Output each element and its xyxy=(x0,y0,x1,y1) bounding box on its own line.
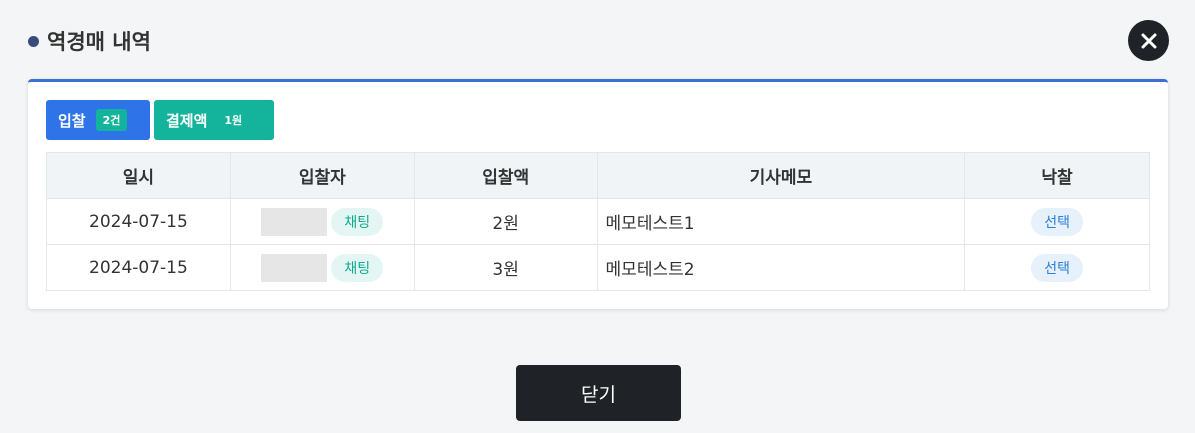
driver-memo: 메모테스트2 xyxy=(596,244,966,291)
col-header-amount: 입찰액 xyxy=(413,152,598,199)
summary-bar: 입찰 2건 결제액 1원 xyxy=(46,100,274,140)
bid-date: 2024-07-15 xyxy=(46,198,231,245)
bid-count-badge: 2건 xyxy=(95,109,128,131)
close-button[interactable] xyxy=(1128,20,1169,61)
bidder-cell: 채팅 xyxy=(229,244,415,291)
col-header-memo: 기사메모 xyxy=(596,152,966,199)
bid-count-chip: 입찰 2건 xyxy=(46,100,150,140)
driver-memo: 메모테스트1 xyxy=(596,198,966,245)
bidder-name-masked xyxy=(261,253,328,282)
col-header-award: 낙찰 xyxy=(964,152,1150,199)
close-footer-button[interactable]: 닫기 xyxy=(516,365,681,421)
select-button[interactable]: 선택 xyxy=(1031,207,1083,236)
bid-table: 일시 입찰자 입찰액 기사메모 낙찰 2024-07-15 채팅 2원 메모테스… xyxy=(46,152,1150,291)
bidder-cell: 채팅 xyxy=(229,198,415,245)
payment-amount-chip: 결제액 1원 xyxy=(154,100,274,140)
bid-date: 2024-07-15 xyxy=(46,244,231,291)
modal-header: 역경매 내역 xyxy=(28,26,151,56)
col-header-date: 일시 xyxy=(46,152,231,199)
table-row: 2024-07-15 채팅 2원 메모테스트1 선택 xyxy=(46,198,1150,245)
chat-button[interactable]: 채팅 xyxy=(331,253,384,282)
bidder-name-masked xyxy=(261,207,328,236)
bid-history-panel: 입찰 2건 결제액 1원 일시 입찰자 입찰액 기사메모 낙찰 2024-07-… xyxy=(28,79,1168,309)
award-cell: 선택 xyxy=(964,198,1150,245)
payment-amount-badge: 1원 xyxy=(224,114,243,127)
select-button[interactable]: 선택 xyxy=(1031,253,1083,282)
chat-button[interactable]: 채팅 xyxy=(331,207,384,236)
bid-amount: 2원 xyxy=(413,198,598,245)
dot-icon xyxy=(28,35,39,47)
col-header-bidder: 입찰자 xyxy=(229,152,415,199)
bid-count-label: 입찰 xyxy=(58,111,86,130)
award-cell: 선택 xyxy=(964,244,1150,291)
close-icon xyxy=(1141,33,1156,48)
table-row: 2024-07-15 채팅 3원 메모테스트2 선택 xyxy=(46,244,1150,291)
table-header-row: 일시 입찰자 입찰액 기사메모 낙찰 xyxy=(46,152,1150,199)
bid-amount: 3원 xyxy=(413,244,598,291)
page-title: 역경매 내역 xyxy=(47,30,151,54)
payment-amount-label: 결제액 xyxy=(166,111,208,130)
